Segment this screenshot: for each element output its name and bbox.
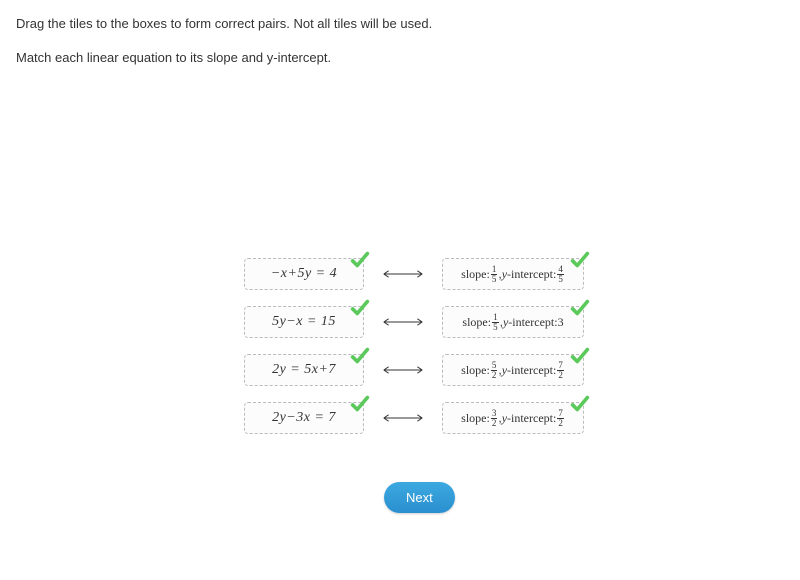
double-arrow-icon	[370, 267, 436, 281]
equation-tile[interactable]: 2y−3x = 7	[244, 402, 364, 434]
check-icon	[349, 249, 371, 271]
equation-text: 2y = 5x+7	[272, 362, 336, 378]
equation-tile[interactable]: −x+5y = 4	[244, 258, 364, 290]
answer-tile[interactable]: slope: 32 , y-intercept: 72	[442, 402, 584, 434]
check-icon	[569, 393, 591, 415]
check-icon	[569, 297, 591, 319]
answer-text: slope: 15 , y-intercept: 45	[461, 265, 565, 284]
check-icon	[349, 297, 371, 319]
equation-tile[interactable]: 2y = 5x+7	[244, 354, 364, 386]
instruction-line-1: Drag the tiles to the boxes to form corr…	[16, 14, 784, 34]
equation-text: 5y−x = 15	[272, 314, 336, 330]
instruction-line-2: Match each linear equation to its slope …	[16, 48, 784, 68]
equation-text: −x+5y = 4	[271, 266, 337, 282]
matching-workspace: −x+5y = 4 slope: 15 , y-intercept: 45 5y…	[244, 258, 584, 450]
next-button[interactable]: Next	[384, 482, 455, 513]
equation-text: 2y−3x = 7	[272, 410, 336, 426]
check-icon	[569, 249, 591, 271]
answer-tile[interactable]: slope: 15 , y-intercept: 45	[442, 258, 584, 290]
answer-text: slope: 52 , y-intercept: 72	[461, 361, 565, 380]
instructions: Drag the tiles to the boxes to form corr…	[0, 0, 800, 67]
pair-row: 2y = 5x+7 slope: 52 , y-intercept: 72	[244, 354, 584, 386]
pair-row: 2y−3x = 7 slope: 32 , y-intercept: 72	[244, 402, 584, 434]
double-arrow-icon	[370, 411, 436, 425]
check-icon	[569, 345, 591, 367]
answer-text: slope: 32 , y-intercept: 72	[461, 409, 565, 428]
answer-tile[interactable]: slope: 52 , y-intercept: 72	[442, 354, 584, 386]
answer-tile[interactable]: slope: 15 , y-intercept: 3	[442, 306, 584, 338]
pair-row: 5y−x = 15 slope: 15 , y-intercept: 3	[244, 306, 584, 338]
answer-text: slope: 15 , y-intercept: 3	[462, 313, 563, 332]
pair-row: −x+5y = 4 slope: 15 , y-intercept: 45	[244, 258, 584, 290]
double-arrow-icon	[370, 363, 436, 377]
check-icon	[349, 393, 371, 415]
equation-tile[interactable]: 5y−x = 15	[244, 306, 364, 338]
check-icon	[349, 345, 371, 367]
double-arrow-icon	[370, 315, 436, 329]
